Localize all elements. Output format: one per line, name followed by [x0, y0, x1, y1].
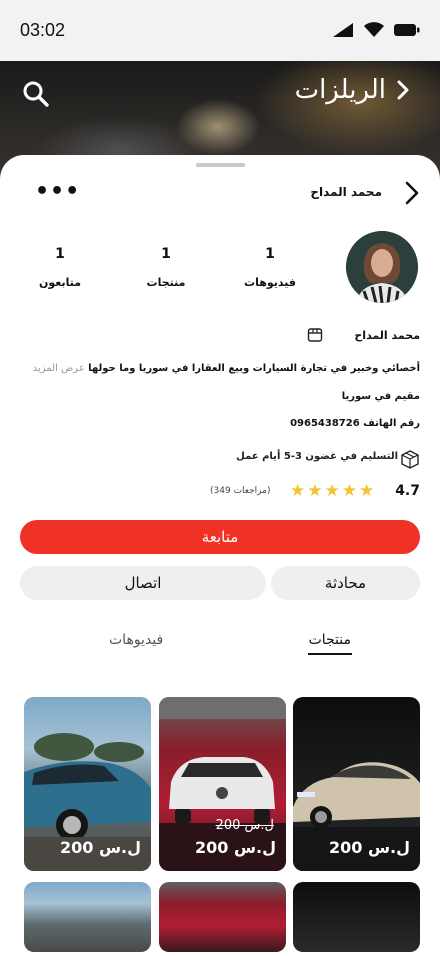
follow-button[interactable]: متابعة	[20, 520, 420, 554]
wifi-icon	[364, 22, 384, 37]
profile-location: مقيم في سوريا	[341, 391, 420, 402]
stat-products-label: منتجات	[146, 276, 186, 289]
sheet-handle[interactable]	[196, 163, 245, 167]
stat-followers-value: 1	[55, 246, 65, 262]
chat-button[interactable]: محادثة	[271, 566, 420, 600]
product-price: 200 ل.س	[328, 838, 410, 857]
tab-products[interactable]: منتجات	[307, 632, 353, 655]
battery-icon	[394, 24, 420, 36]
show-more-link[interactable]: عرض المزيد	[33, 363, 85, 374]
product-card[interactable]: 200 ل.س	[24, 697, 151, 871]
product-card[interactable]: 200 ل.س	[293, 697, 420, 871]
cellular-signal-icon	[333, 23, 353, 37]
product-card[interactable]	[293, 882, 420, 952]
status-time: 03:02	[20, 20, 66, 40]
product-card[interactable]: 200 ل.س 200 ل.س	[159, 697, 286, 871]
product-card[interactable]	[159, 882, 286, 952]
profile-header: ••• محمد المداح	[0, 179, 440, 209]
stat-products[interactable]: 1 منتجات	[126, 246, 206, 289]
reels-back-link[interactable]: الريلزات	[295, 75, 410, 105]
search-button[interactable]	[22, 80, 50, 112]
chevron-right-icon	[397, 80, 409, 100]
more-options-button[interactable]: •••	[35, 181, 80, 203]
rating-stars: ★ ★ ★ ★ ★	[290, 481, 374, 501]
stat-followers-label: متابعون	[38, 276, 82, 289]
reviews-count[interactable]: (349 مراجعات)	[210, 486, 271, 496]
stat-followers[interactable]: 1 متابعون	[20, 246, 100, 289]
product-old-price: 200 ل.س	[215, 818, 274, 833]
status-bar: 03:02	[0, 0, 440, 61]
profile-header-name: محمد المداح	[310, 185, 382, 199]
profile-phone[interactable]: رقم الهاتف 0965438726	[290, 418, 420, 429]
package-icon	[399, 449, 421, 473]
status-icons	[332, 22, 420, 38]
bio-text: أخصائي وخبير في تجارة السيارات وبيع العق…	[88, 363, 420, 374]
reels-title: الريلزات	[294, 75, 386, 105]
stat-videos-value: 1	[265, 246, 275, 262]
product-price: 200 ل.س	[59, 838, 141, 857]
avatar[interactable]	[346, 231, 418, 303]
product-price: 200 ل.س	[194, 838, 276, 857]
star-icon: ★	[307, 481, 323, 501]
stat-videos[interactable]: 1 فيديوهات	[230, 246, 310, 289]
delivery-time: التسليم في غضون 3-5 أيام عمل	[236, 451, 398, 462]
stat-products-value: 1	[161, 246, 171, 262]
star-icon: ★	[341, 481, 357, 501]
search-icon	[23, 81, 49, 107]
star-icon: ★	[324, 481, 340, 501]
call-button[interactable]: اتصال	[20, 566, 266, 600]
profile-sheet: ••• محمد المداح 1 فيديوهات 1 منتجات 1 مت…	[0, 155, 440, 956]
store-icon	[307, 327, 323, 347]
profile-bio: أخصائي وخبير في تجارة السيارات وبيع العق…	[33, 363, 420, 374]
chevron-right-icon	[405, 181, 419, 205]
profile-name: محمد المداح	[354, 329, 420, 342]
star-icon: ★	[290, 481, 306, 501]
back-button[interactable]	[404, 180, 420, 210]
star-icon: ★	[359, 481, 375, 501]
rating-value: 4.7	[395, 483, 420, 499]
tab-videos[interactable]: فيديوهات	[109, 632, 163, 648]
stat-videos-label: فيديوهات	[244, 276, 296, 289]
product-card[interactable]	[24, 882, 151, 952]
